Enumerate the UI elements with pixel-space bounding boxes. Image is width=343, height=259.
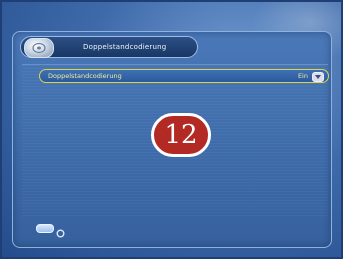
setting-row-doppelstandcodierung[interactable]: Doppelstandcodierung Ein [39, 69, 329, 83]
circle-icon[interactable] [56, 223, 65, 238]
setting-value[interactable]: Ein [298, 70, 308, 82]
footer-bar [22, 216, 328, 240]
settings-disc-icon [24, 38, 54, 58]
chevron-down-icon[interactable] [312, 72, 324, 82]
setting-label: Doppelstandcodierung [48, 72, 122, 80]
step-number-badge: 12 [151, 113, 211, 157]
menu-title: Doppelstandcodierung [83, 43, 167, 51]
back-button-icon[interactable] [36, 224, 54, 233]
tv-screen: Doppelstandcodierung Doppelstandcodierun… [0, 0, 343, 259]
menu-title-bar: Doppelstandcodierung [20, 36, 198, 58]
